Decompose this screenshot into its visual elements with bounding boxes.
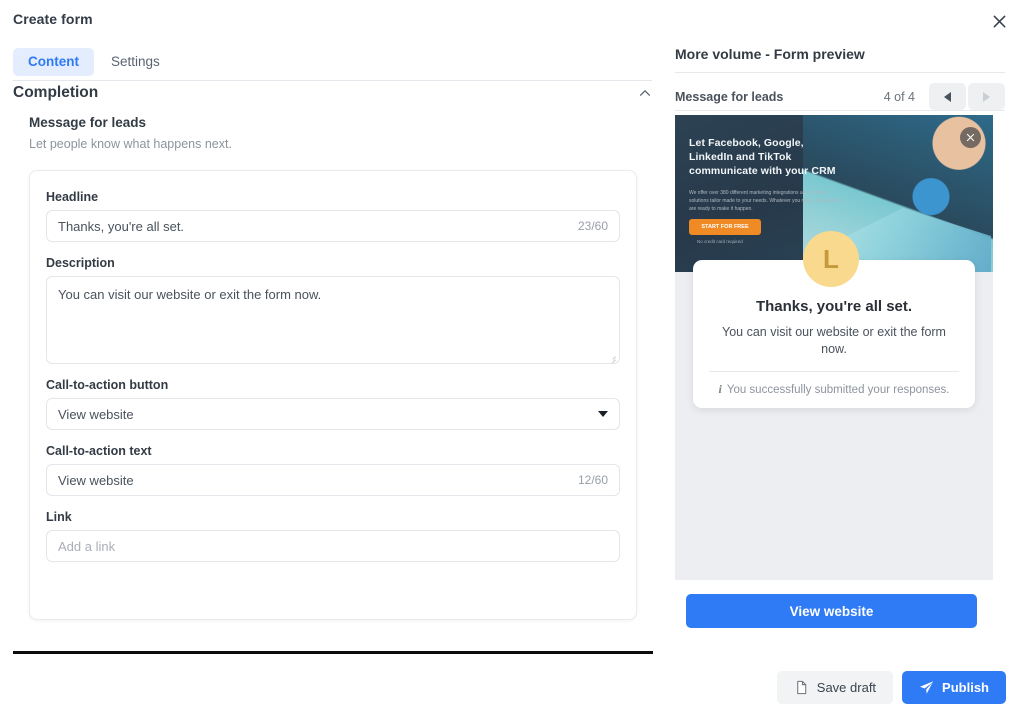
preview-divider-top [675, 72, 1005, 73]
preview-prev-button[interactable] [929, 83, 966, 110]
create-form-dialog: Create form Content Settings Completion … [0, 0, 1024, 710]
resize-handle-icon[interactable] [607, 351, 617, 361]
paper-plane-icon [919, 680, 934, 695]
banner-headline: Let Facebook, Google, LinkedIn and TikTo… [689, 137, 836, 177]
cta-text-value: View website [58, 472, 134, 488]
preview-card-headline: Thanks, you're all set. [755, 298, 913, 315]
tab-settings[interactable]: Settings [96, 48, 175, 76]
save-draft-label: Save draft [816, 680, 877, 695]
chevron-up-icon[interactable] [638, 86, 652, 100]
banner-cta-button[interactable]: START FOR FREE [689, 219, 761, 235]
dialog-footer: Save draft Publish [776, 671, 1006, 704]
headline-input[interactable]: Thanks, you're all set. 23/60 [46, 210, 620, 242]
preview-divider-bottom [675, 110, 1005, 111]
cta-button-select[interactable]: View website [46, 398, 620, 430]
cta-text-input[interactable]: View website 12/60 [46, 464, 620, 496]
section-title: Completion [13, 84, 99, 101]
preview-title: More volume - Form preview [675, 46, 865, 62]
description-label: Description [46, 256, 115, 270]
chevron-down-icon[interactable] [598, 411, 608, 417]
cta-button-label: Call-to-action button [46, 378, 169, 392]
divider [13, 651, 653, 654]
document-icon [794, 680, 809, 695]
triangle-right-icon [983, 91, 990, 102]
tab-content[interactable]: Content [13, 48, 94, 76]
publish-button[interactable]: Publish [902, 671, 1006, 704]
preview-step-count: 4 of 4 [883, 89, 915, 104]
headline-value: Thanks, you're all set. [58, 218, 185, 234]
headline-label: Headline [46, 190, 99, 204]
preview-step-bar: Message for leads 4 of 4 [675, 83, 1005, 110]
close-circle-icon[interactable] [960, 127, 981, 148]
info-icon: i [718, 382, 722, 396]
editor-tabs: Content Settings [13, 48, 175, 76]
preview-card-footer-text: You successfully submitted your response… [726, 383, 950, 396]
publish-label: Publish [942, 680, 989, 695]
tabs-divider [13, 80, 652, 81]
headline-counter: 23/60 [577, 219, 608, 233]
save-draft-button[interactable]: Save draft [776, 671, 894, 704]
form-editor-pane: Content Settings Completion Message for … [0, 0, 662, 710]
preview-card-footer: i You successfully submitted your respon… [711, 372, 957, 408]
description-value: You can visit our website or exit the fo… [58, 287, 322, 302]
headline-field: Headline Thanks, you're all set. 23/60 [46, 190, 620, 242]
link-field: Link Add a link [46, 510, 620, 562]
cta-text-field: Call-to-action text View website 12/60 [46, 444, 620, 496]
preview-card-description: You can visit our website or exit the fo… [722, 325, 946, 356]
cta-text-counter: 12/60 [577, 473, 608, 487]
preview-next-button[interactable] [968, 83, 1005, 110]
preview-stage: Let Facebook, Google, LinkedIn and TikTo… [675, 115, 993, 580]
link-input[interactable]: Add a link [46, 530, 620, 562]
preview-step-label: Message for leads [675, 89, 784, 104]
completion-section-header[interactable]: Completion [13, 84, 652, 102]
preview-pager [929, 83, 1005, 110]
link-label: Link [46, 510, 72, 524]
preview-cta-button[interactable]: View website [686, 594, 977, 628]
subsection-title: Message for leads [29, 115, 147, 130]
completion-fields-card: Headline Thanks, you're all set. 23/60 D… [29, 170, 637, 620]
link-placeholder: Add a link [58, 538, 116, 554]
triangle-left-icon [944, 91, 951, 102]
cta-button-value: View website [58, 406, 134, 422]
description-textarea[interactable]: You can visit our website or exit the fo… [46, 276, 620, 364]
cta-text-label: Call-to-action text [46, 444, 152, 458]
cta-button-field: Call-to-action button View website [46, 378, 620, 430]
description-field: Description You can visit our website or… [46, 256, 620, 364]
banner-body: We offer over 380 different marketing in… [689, 190, 841, 212]
banner-note: No credit card required [697, 239, 743, 244]
avatar: L [803, 231, 859, 287]
subsection-description: Let people know what happens next. [29, 137, 232, 151]
message-for-leads-block: Message for leads Let people know what h… [29, 115, 639, 151]
